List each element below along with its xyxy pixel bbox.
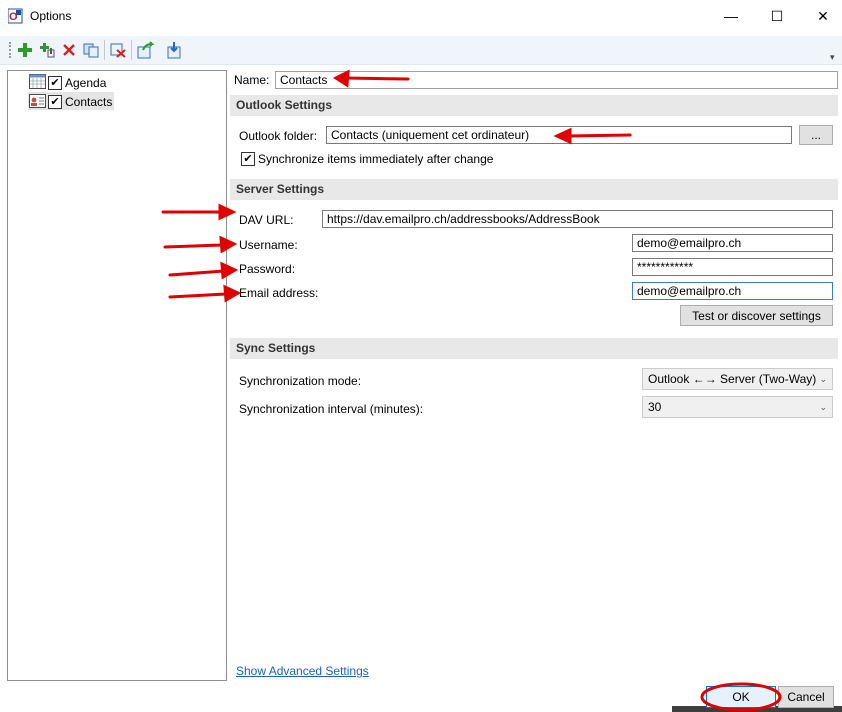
annotation-arrow-name: [332, 69, 410, 88]
annotation-arrow-password: [168, 261, 239, 280]
annotation-overlay: [161, 69, 782, 712]
annotation-arrow-folder: [553, 127, 632, 145]
annotation-arrow-username: [163, 235, 238, 254]
annotation-circle-ok: [700, 682, 782, 712]
annotation-arrow-dav-url: [161, 203, 237, 221]
annotation-arrow-email: [168, 284, 242, 303]
